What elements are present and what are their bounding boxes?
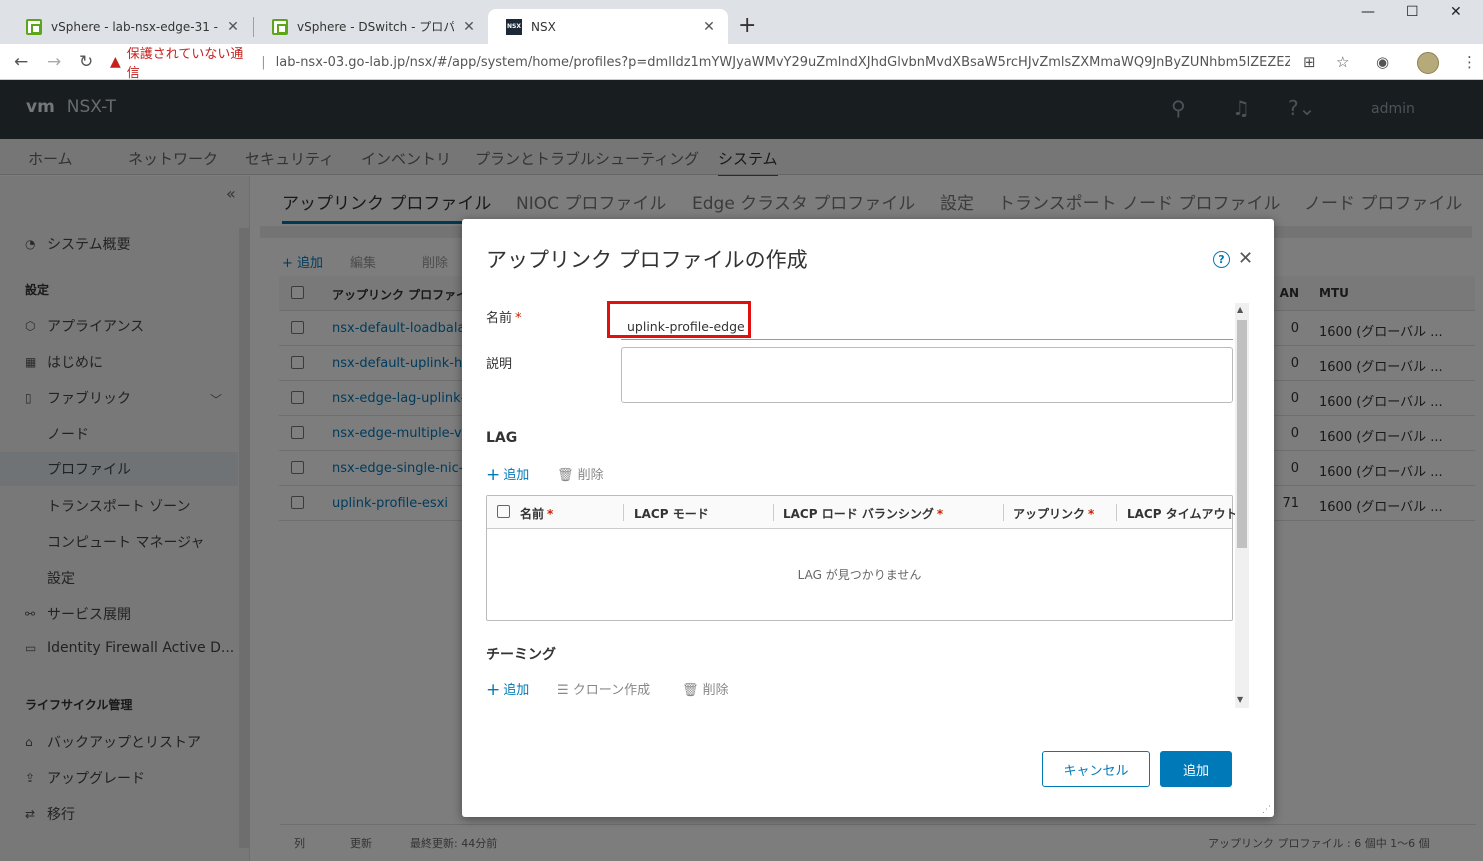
browser-menu-icon[interactable]: ⋮ xyxy=(1462,53,1477,71)
close-tab-icon[interactable]: ✕ xyxy=(462,19,476,35)
security-label: 保護されていない通信 xyxy=(126,47,244,81)
name-label: 名前 * xyxy=(486,311,522,326)
browser-tab-bar: vSphere - lab-nsx-edge-31 - サマ ✕ vSphere… xyxy=(0,0,1483,44)
required-marker: * xyxy=(515,311,522,326)
back-icon[interactable]: ← xyxy=(14,52,28,72)
annotation-highlight-box xyxy=(607,301,751,338)
url-divider: | xyxy=(261,54,266,70)
nsx-icon: NSX xyxy=(506,18,522,35)
lag-col-uplinks: アップリンク * xyxy=(1013,507,1095,521)
close-tab-icon[interactable]: ✕ xyxy=(226,19,240,35)
description-field[interactable] xyxy=(621,347,1233,403)
lag-empty-message: LAG が見つかりません xyxy=(797,568,922,582)
cancel-button[interactable]: キャンセル xyxy=(1042,751,1150,787)
window-close-icon[interactable]: ✕ xyxy=(1450,4,1462,20)
forward-icon[interactable]: → xyxy=(47,52,61,72)
maximize-icon[interactable]: ☐ xyxy=(1406,4,1419,20)
scroll-up-icon[interactable]: ▲ xyxy=(1237,305,1243,314)
profile-avatar-icon[interactable] xyxy=(1417,52,1439,74)
plus-icon: + xyxy=(486,465,501,485)
scroll-down-icon[interactable]: ▼ xyxy=(1237,695,1243,704)
bookmark-star-icon[interactable]: ☆ xyxy=(1336,53,1349,71)
teaming-section-title: チーミング xyxy=(486,647,556,663)
reload-icon[interactable]: ↻ xyxy=(79,52,93,72)
vsphere-icon xyxy=(272,18,288,35)
extension-icon[interactable]: ◉ xyxy=(1376,53,1389,71)
col-divider xyxy=(1116,504,1117,521)
close-icon[interactable]: ✕ xyxy=(1238,248,1253,269)
tab-title: vSphere - DSwitch - プロパティ xyxy=(297,20,454,34)
browser-tab-nsx[interactable]: NSX NSX ✕ xyxy=(488,9,728,44)
teaming-add-button[interactable]: + 追加 xyxy=(486,679,529,700)
add-button[interactable]: 追加 xyxy=(1160,751,1232,787)
lag-col-load-balancing: LACP ロード バランシング * xyxy=(783,507,944,521)
description-label: 説明 xyxy=(486,357,513,372)
translate-icon[interactable]: ⊞ xyxy=(1303,53,1316,71)
dialog-body: 名前* 説明 LAG +追加 🗑︎ 削除 名前* LACP モード LACP ロ… xyxy=(462,301,1252,709)
col-divider xyxy=(623,504,624,521)
warning-icon: ▲ xyxy=(110,54,121,70)
lag-delete-button[interactable]: 🗑︎ 削除 xyxy=(557,464,604,483)
url-field[interactable]: ▲ 保護されていない通信 | lab-nsx-03.go-lab.jp/nsx/… xyxy=(110,47,1290,81)
lag-select-all-checkbox[interactable] xyxy=(497,505,510,518)
dialog-title: アップリンク プロファイルの作成 xyxy=(486,248,808,272)
browser-tab-vsphere-dswitch[interactable]: vSphere - DSwitch - プロパティ ✕ xyxy=(254,9,488,44)
lag-table-header: 名前 * LACP モード LACP ロード バランシング * アップリンク * LA… xyxy=(487,496,1237,529)
dialog-scrollbar[interactable]: ▲ ▼ xyxy=(1235,303,1249,708)
minimize-icon[interactable]: — xyxy=(1361,4,1375,20)
col-divider xyxy=(773,504,774,521)
trash-icon: 🗑︎ xyxy=(682,683,703,698)
vsphere-icon xyxy=(26,18,42,35)
trash-icon: 🗑︎ xyxy=(557,468,578,483)
resize-handle-icon[interactable]: ⋰ xyxy=(1262,805,1271,815)
new-tab-icon[interactable]: + xyxy=(738,13,756,38)
tab-title: vSphere - lab-nsx-edge-31 - サマ xyxy=(51,20,218,34)
address-bar: ← → ↻ ▲ 保護されていない通信 | lab-nsx-03.go-lab.j… xyxy=(0,44,1483,81)
lag-add-button[interactable]: + 追加 xyxy=(486,464,529,485)
help-icon[interactable]: ? xyxy=(1213,251,1230,268)
lag-col-name: 名前 * xyxy=(520,507,554,521)
lag-col-mode: LACP モード xyxy=(634,507,709,521)
teaming-clone-button[interactable]: ☰ クローン作成 xyxy=(557,679,650,698)
close-tab-icon[interactable]: ✕ xyxy=(702,19,716,35)
scrollbar-thumb[interactable] xyxy=(1237,320,1247,548)
col-divider xyxy=(1003,504,1004,521)
tab-title: NSX xyxy=(531,19,556,34)
teaming-delete-button[interactable]: 🗑︎ 削除 xyxy=(682,679,729,698)
lag-section-title: LAG xyxy=(486,430,518,446)
browser-tab-vsphere-edge[interactable]: vSphere - lab-nsx-edge-31 - サマ ✕ xyxy=(8,9,252,44)
lag-table: 名前 * LACP モード LACP ロード バランシング * アップリンク * LA… xyxy=(486,495,1237,621)
clone-icon: ☰ xyxy=(557,683,573,698)
plus-icon: + xyxy=(486,680,501,700)
dialog-footer: キャンセル 追加 xyxy=(462,749,1274,799)
url-text: lab-nsx-03.go-lab.jp/nsx/#/app/system/ho… xyxy=(275,54,1290,70)
lag-col-timeout: LACP タイムアウト xyxy=(1127,507,1238,521)
create-uplink-profile-dialog: アップリンク プロファイルの作成 ? ✕ 名前* 説明 LAG +追加 🗑︎ 削… xyxy=(462,219,1274,817)
